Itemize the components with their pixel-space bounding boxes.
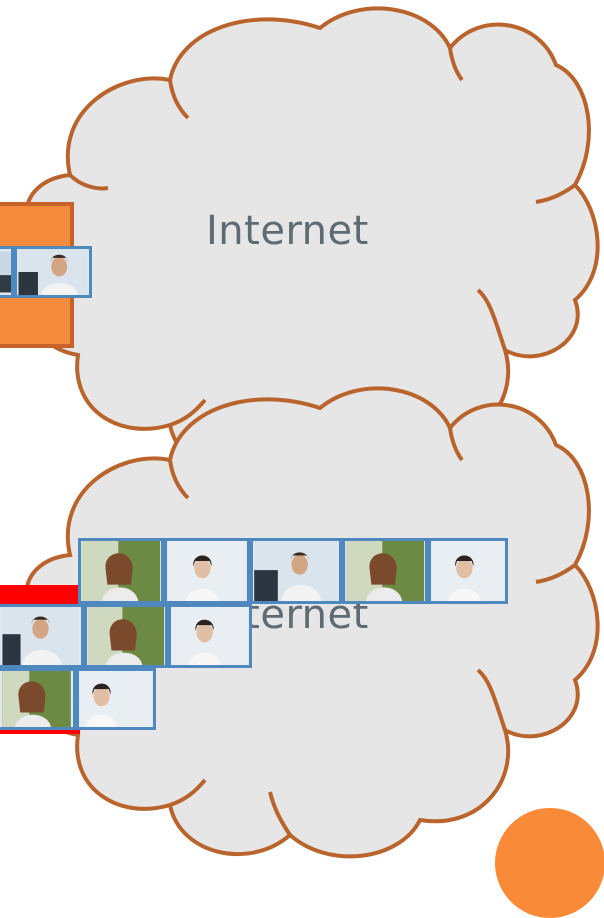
man-at-desk-photo bbox=[14, 246, 92, 298]
woman-with-laptop-photo bbox=[84, 604, 168, 668]
man-at-desk-photo bbox=[0, 604, 84, 668]
woman-headset-photo bbox=[164, 538, 250, 604]
man-at-desk-photo bbox=[0, 246, 14, 298]
man-at-desk-photo bbox=[250, 538, 342, 604]
woman-with-laptop-photo bbox=[0, 668, 76, 730]
cloud-label-top: Internet bbox=[206, 208, 369, 254]
orange-accent-circle bbox=[495, 808, 604, 918]
woman-headset-photo bbox=[168, 604, 252, 668]
red-endpoint-device-top bbox=[0, 585, 80, 605]
woman-with-laptop-photo bbox=[342, 538, 428, 604]
woman-with-laptop-photo bbox=[78, 538, 164, 604]
woman-headset-photo bbox=[76, 668, 156, 730]
woman-headset-photo bbox=[428, 538, 508, 604]
